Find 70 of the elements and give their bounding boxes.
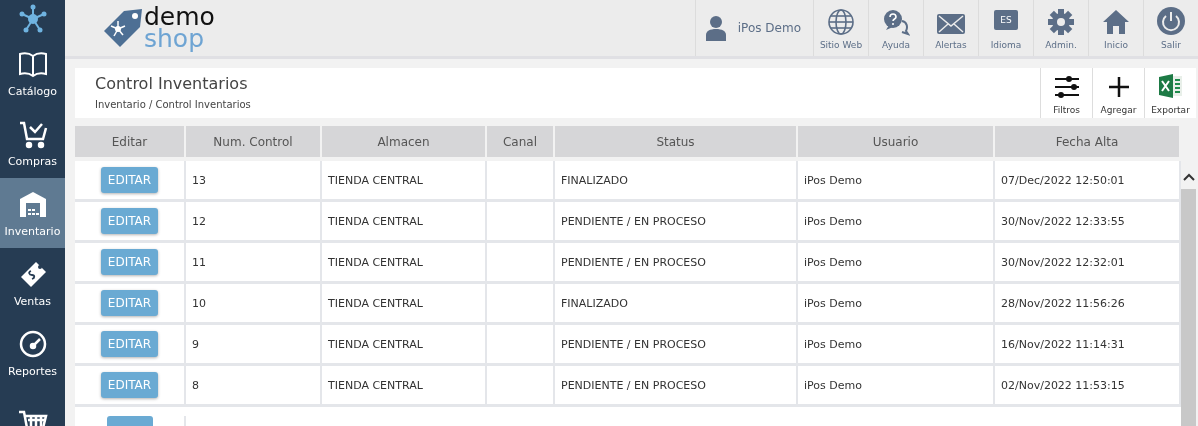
- gauge-icon: [17, 328, 48, 359]
- sidebar-item[interactable]: Catálogo: [0, 38, 65, 108]
- nav-button[interactable]: Admin.: [1033, 0, 1088, 56]
- nav-button[interactable]: Inicio: [1088, 0, 1143, 56]
- column-header: Almacen: [322, 126, 487, 157]
- nav-button[interactable]: Ayuda: [868, 0, 923, 56]
- table-cell: 9: [186, 325, 322, 363]
- edit-button[interactable]: EDITAR: [100, 249, 159, 275]
- network-icon: [17, 4, 48, 34]
- plus-icon: [1106, 75, 1131, 99]
- table-cell: TIENDA CENTRAL: [322, 325, 487, 363]
- table-cell: 10: [186, 284, 322, 322]
- breadcrumb: Inventario / Control Inventarios: [95, 99, 252, 110]
- edit-button[interactable]: EDITAR: [100, 372, 159, 398]
- sidebar-item[interactable]: Reportes: [0, 318, 65, 388]
- nav-button[interactable]: ES Idioma: [978, 0, 1033, 56]
- edit-button[interactable]: EDITAR: [100, 208, 159, 234]
- nav-button[interactable]: Sitio Web: [813, 0, 868, 56]
- table-cell: iPos Demo: [798, 366, 995, 404]
- speech-bubble-icon: ES: [994, 10, 1018, 30]
- table-cell: PENDIENTE / EN PROCESO: [555, 202, 798, 240]
- sidebar-item[interactable]: Inventario: [0, 178, 65, 248]
- column-header: Num. Control: [186, 126, 322, 157]
- toolbar-button[interactable]: Exportar: [1144, 68, 1196, 118]
- demo-shop-logo[interactable]: demo shop: [98, 0, 215, 56]
- globe-icon: [827, 8, 855, 36]
- table-cell: 8: [186, 366, 322, 404]
- user-icon: [705, 15, 726, 41]
- nav-button[interactable]: Alertas: [923, 0, 978, 56]
- toolbar-button[interactable]: Filtros: [1040, 68, 1092, 118]
- user-name: iPos Demo: [737, 21, 801, 35]
- table-cell: iPos Demo: [798, 243, 995, 281]
- table-cell: TIENDA CENTRAL: [322, 284, 487, 322]
- edit-button[interactable]: EDITAR: [100, 290, 159, 316]
- edit-button[interactable]: EDITAR: [100, 331, 159, 357]
- help-icon: [882, 8, 910, 36]
- edit-button[interactable]: EDITAR: [100, 167, 159, 193]
- table-cell: 13: [186, 161, 322, 199]
- page-title: Control Inventarios: [95, 74, 249, 93]
- column-header: Editar: [75, 126, 186, 157]
- column-header: Status: [555, 126, 798, 157]
- table-cell: iPos Demo: [798, 325, 995, 363]
- sliders-icon: [1053, 75, 1080, 99]
- toolbar-button[interactable]: Agregar: [1092, 68, 1144, 118]
- power-icon: [1156, 6, 1186, 36]
- table-cell: FINALIZADO: [555, 161, 798, 199]
- table-cell: TIENDA CENTRAL: [322, 366, 487, 404]
- table-cell: 12: [186, 202, 322, 240]
- table-cell: TIENDA CENTRAL: [322, 202, 487, 240]
- sidebar-item[interactable]: Compras: [0, 108, 65, 178]
- nav-button[interactable]: Salir: [1143, 0, 1198, 56]
- table-cell: iPos Demo: [798, 284, 995, 322]
- table-cell: TIENDA CENTRAL: [322, 161, 487, 199]
- table-cell: PENDIENTE / EN PROCESO: [555, 366, 798, 404]
- column-header: Canal: [487, 126, 555, 157]
- envelope-icon: [936, 12, 966, 36]
- column-header: Usuario: [798, 126, 995, 157]
- table-cell: 11: [186, 243, 322, 281]
- user-menu[interactable]: iPos Demo: [694, 0, 813, 56]
- table-cell: PENDIENTE / EN PROCESO: [555, 325, 798, 363]
- table-cell: iPos Demo: [798, 161, 995, 199]
- scroll-up-icon[interactable]: [1182, 173, 1195, 181]
- table-cell: FINALIZADO: [555, 284, 798, 322]
- sidebar-item[interactable]: Ventas: [0, 248, 65, 318]
- home-icon: [1102, 8, 1130, 36]
- column-header: Fecha Alta: [995, 126, 1181, 157]
- table-cell: TIENDA CENTRAL: [322, 243, 487, 281]
- spreadsheet-icon: [1157, 73, 1184, 99]
- table-cell: iPos Demo: [798, 202, 995, 240]
- table-cell: PENDIENTE / EN PROCESO: [555, 243, 798, 281]
